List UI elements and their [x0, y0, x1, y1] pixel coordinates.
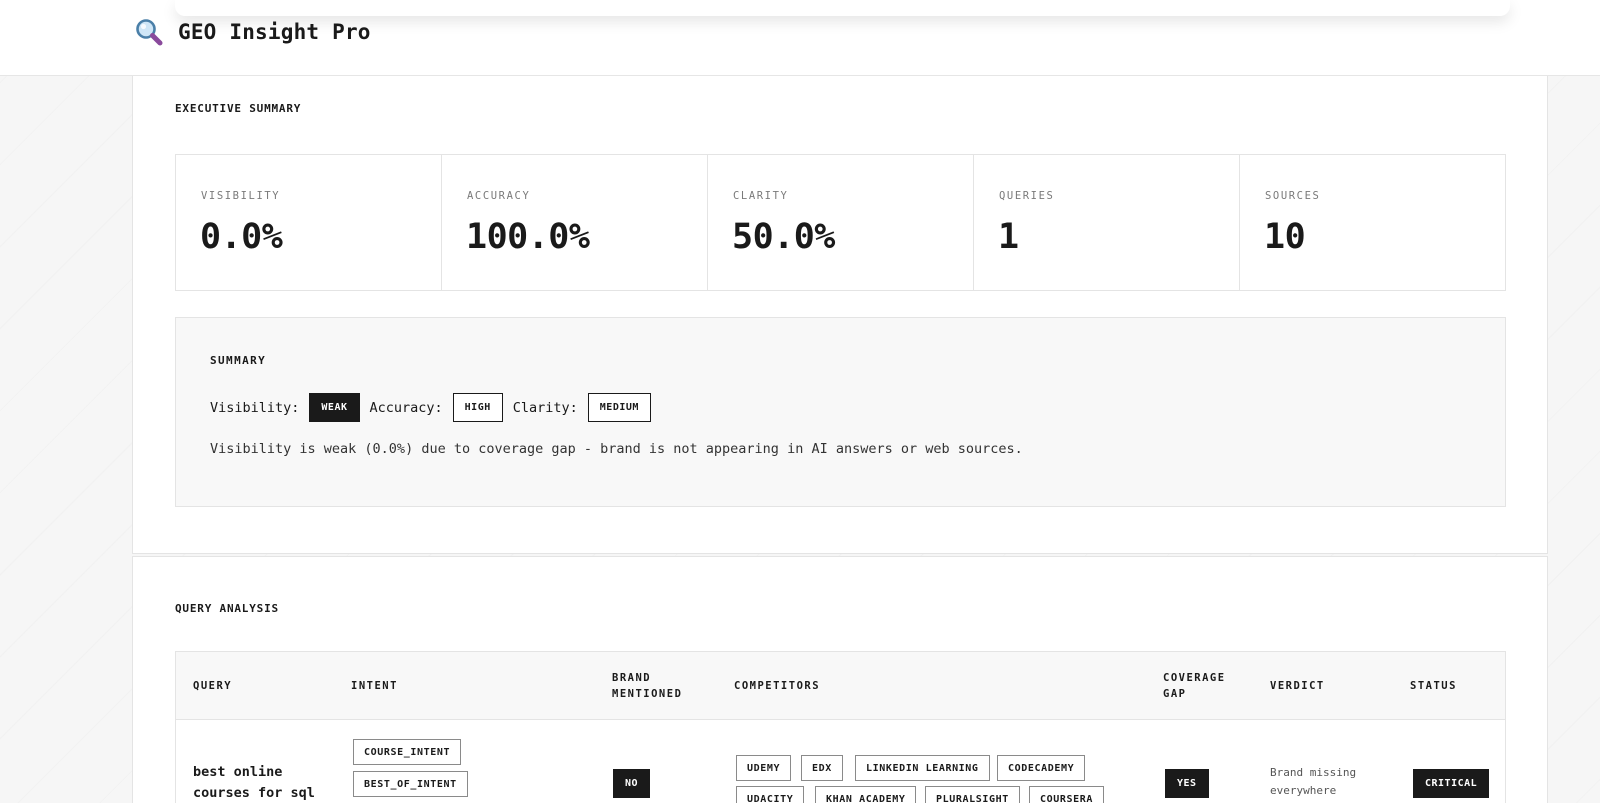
metric-card-clarity: CLARITY 50.0%: [708, 155, 974, 290]
header-shadow-bar: [175, 0, 1510, 16]
app-header: GEO Insight Pro: [0, 0, 1600, 76]
verdict-text: Brand missing everywhere: [1270, 766, 1357, 797]
intent-chip: COURSE_INTENT: [353, 739, 462, 765]
metric-value: 0.0%: [200, 217, 283, 257]
clarity-rating-badge: MEDIUM: [587, 393, 651, 422]
column-header-brand-mentioned: BRAND MENTIONED: [612, 670, 682, 702]
competitor-chip: UDEMY: [736, 755, 792, 781]
metric-card-sources: SOURCES 10: [1240, 155, 1505, 290]
query-analysis-panel: QUERY ANALYSIS QUERY INTENT BRAND MENTIO…: [132, 556, 1548, 803]
status-badge: CRITICAL: [1413, 769, 1490, 798]
header-line: BRAND: [612, 672, 652, 684]
metric-card-queries: QUERIES 1: [974, 155, 1240, 290]
competitor-chip: PLURALSIGHT: [925, 786, 1020, 803]
competitor-chip: KHAN ACADEMY: [815, 786, 917, 803]
metrics-grid: VISIBILITY 0.0% ACCURACY 100.0% CLARITY …: [175, 154, 1506, 291]
summary-title: SUMMARY: [210, 354, 267, 367]
section-title-query-analysis: QUERY ANALYSIS: [175, 602, 279, 615]
section-title-executive-summary: EXECUTIVE SUMMARY: [175, 102, 302, 115]
column-header-intent: INTENT: [351, 680, 398, 692]
competitor-chip: COURSERA: [1029, 786, 1104, 803]
query-table: QUERY INTENT BRAND MENTIONED COMPETITORS…: [175, 651, 1506, 803]
metric-value: 10: [1264, 217, 1306, 257]
competitor-chip: EDX: [801, 755, 843, 781]
competitor-chip: LINKEDIN LEARNING: [855, 755, 990, 781]
magnifier-icon: [136, 19, 163, 46]
app-title: GEO Insight Pro: [178, 20, 371, 44]
accuracy-rating-label: Accuracy:: [369, 399, 443, 416]
column-header-status: STATUS: [1410, 680, 1457, 692]
metric-label: SOURCES: [1265, 190, 1321, 202]
column-header-verdict: VERDICT: [1270, 680, 1325, 692]
coverage-gap-badge: YES: [1165, 769, 1209, 798]
metric-label: QUERIES: [999, 190, 1055, 202]
header-line: MENTIONED: [612, 688, 683, 700]
query-cell: best online courses for sql: [193, 764, 315, 801]
table-header-row: QUERY INTENT BRAND MENTIONED COMPETITORS…: [176, 652, 1505, 720]
metric-value: 1: [998, 217, 1019, 257]
metric-value: 100.0%: [466, 217, 590, 257]
visibility-rating-badge: WEAK: [309, 393, 360, 422]
header-line: GAP: [1163, 688, 1187, 700]
column-header-query: QUERY: [193, 680, 233, 692]
brand-mentioned-badge: NO: [613, 769, 651, 798]
clarity-rating-label: Clarity:: [512, 399, 578, 416]
accuracy-rating-badge: HIGH: [452, 393, 503, 422]
executive-summary-panel: EXECUTIVE SUMMARY VISIBILITY 0.0% ACCURA…: [132, 76, 1548, 554]
metric-label: VISIBILITY: [201, 190, 281, 202]
summary-text: Visibility is weak (0.0%) due to coverag…: [210, 441, 1023, 457]
visibility-rating-label: Visibility:: [210, 399, 300, 416]
metric-label: ACCURACY: [467, 190, 531, 202]
summary-box: SUMMARY Visibility: WEAK Accuracy: HIGH …: [175, 317, 1506, 507]
header-line: COVERAGE: [1163, 672, 1226, 684]
rating-row: Visibility: WEAK Accuracy: HIGH Clarity:…: [210, 393, 651, 422]
column-header-coverage-gap: COVERAGE GAP: [1163, 670, 1226, 702]
metric-label: CLARITY: [733, 190, 789, 202]
intent-chip: BEST_OF_INTENT: [353, 771, 468, 797]
metric-value: 50.0%: [732, 217, 835, 257]
competitor-chip: CODECADEMY: [997, 755, 1086, 781]
competitor-chip: UDACITY: [736, 786, 805, 803]
column-header-competitors: COMPETITORS: [734, 680, 821, 692]
metric-card-visibility: VISIBILITY 0.0%: [176, 155, 442, 290]
metric-card-accuracy: ACCURACY 100.0%: [442, 155, 708, 290]
